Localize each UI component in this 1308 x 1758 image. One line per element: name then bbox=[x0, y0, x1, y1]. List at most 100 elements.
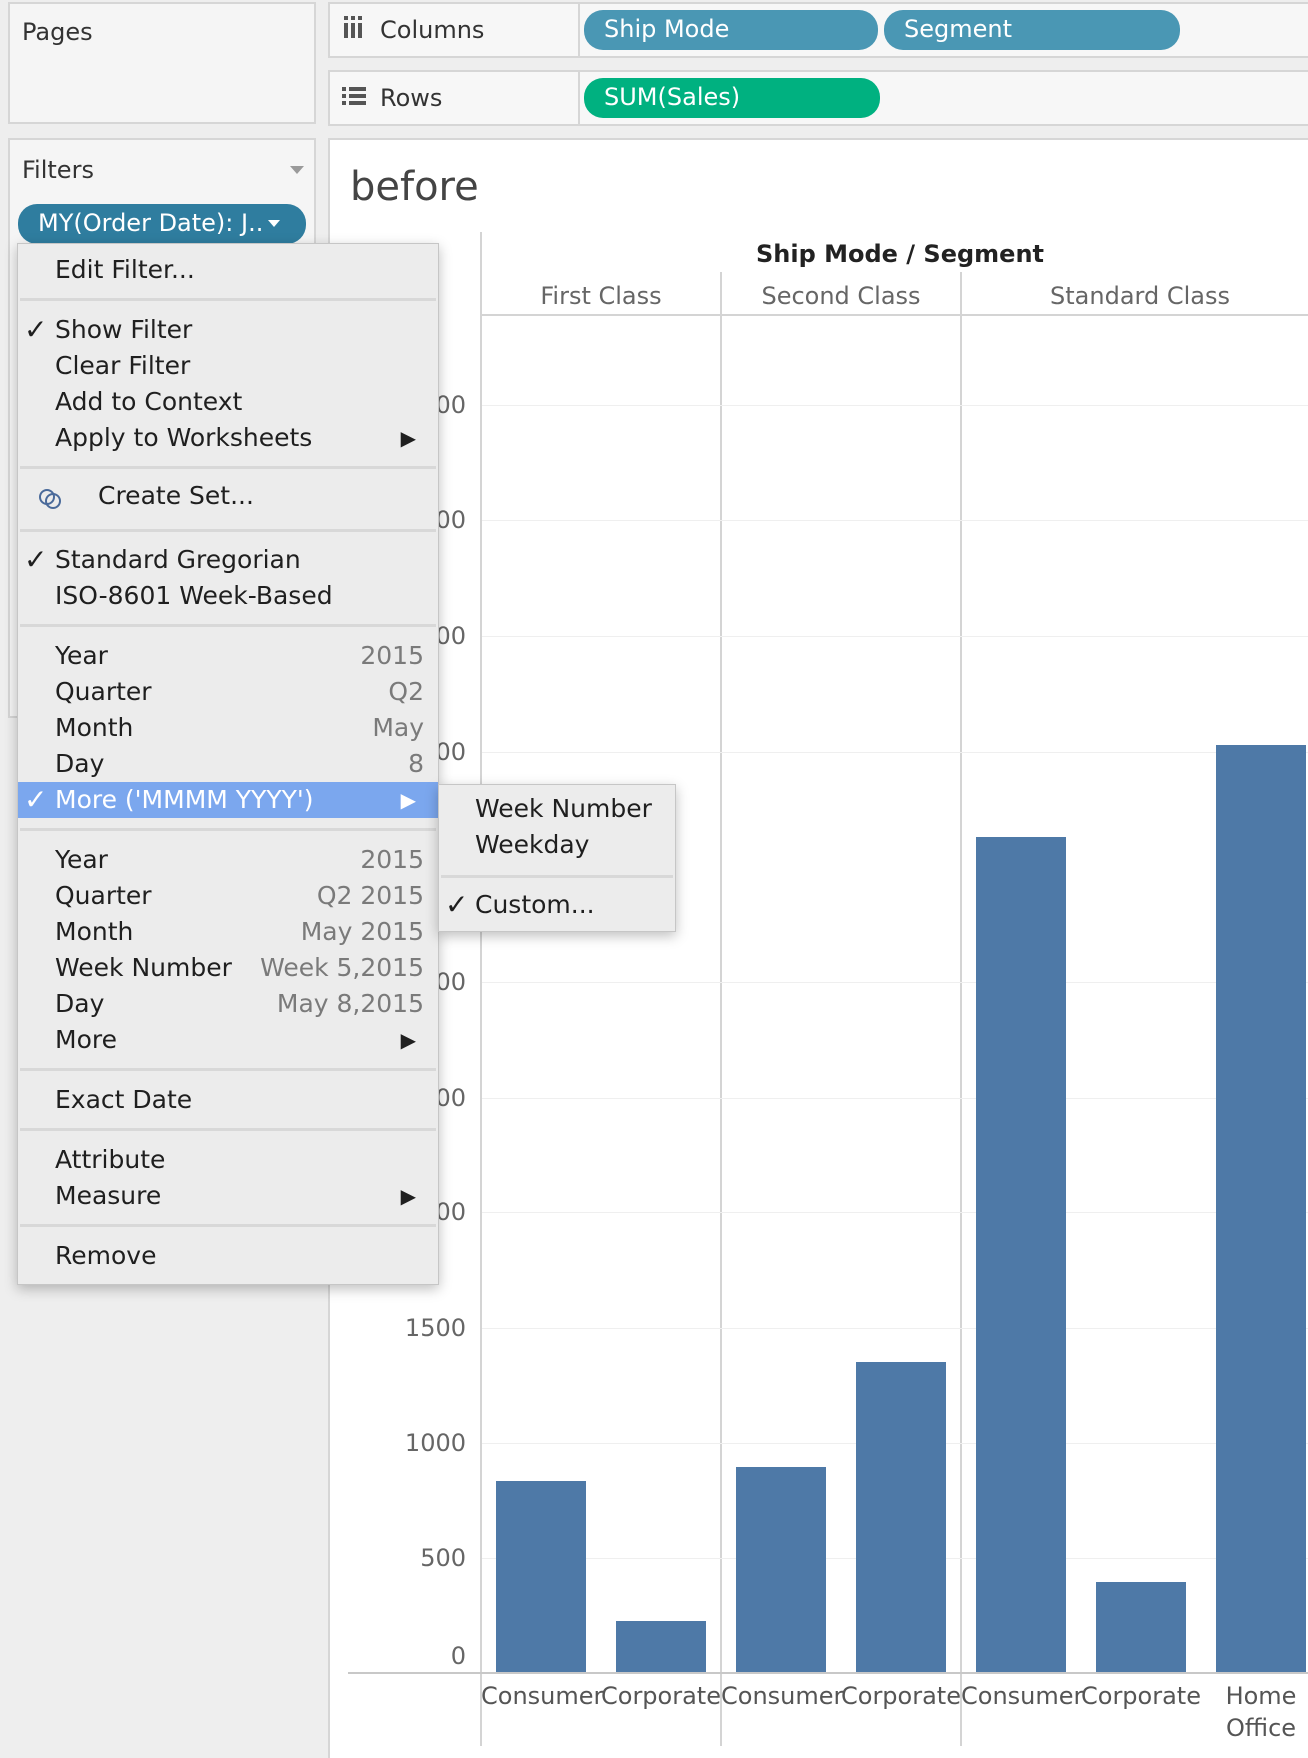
menu-continuous-year[interactable]: Year 2015 bbox=[18, 842, 438, 878]
more-submenu: Week Number Weekday ✓ Custom... bbox=[438, 784, 676, 932]
gridline bbox=[482, 752, 1308, 753]
submenu-week-number-label: Week Number bbox=[475, 794, 652, 823]
menu-discrete-year[interactable]: Year 2015 bbox=[18, 638, 438, 674]
x-tick-label: Consumer bbox=[961, 1682, 1084, 1710]
rows-pill-sum-sales[interactable]: SUM(Sales) bbox=[584, 78, 880, 118]
bar-consumer[interactable] bbox=[496, 1481, 586, 1672]
gridline bbox=[482, 1098, 1308, 1099]
menu-add-to-context[interactable]: Add to Context bbox=[18, 384, 438, 420]
menu-edit-filter[interactable]: Edit Filter... bbox=[18, 252, 438, 288]
rows-label-area bbox=[330, 72, 580, 124]
menu-item-value: May 2015 bbox=[300, 917, 424, 946]
group-divider-2 bbox=[960, 272, 962, 1746]
sheet-title: before bbox=[350, 164, 479, 210]
x-axis-baseline bbox=[348, 1672, 1308, 1674]
menu-item-value: May bbox=[372, 713, 424, 742]
menu-iso-week-label: ISO-8601 Week-Based bbox=[55, 581, 333, 610]
menu-separator bbox=[20, 828, 436, 831]
menu-standard-gregorian-label: Standard Gregorian bbox=[55, 545, 301, 574]
bar-consumer[interactable] bbox=[976, 837, 1066, 1672]
bar-corporate[interactable] bbox=[856, 1361, 946, 1672]
gridline bbox=[482, 520, 1308, 521]
x-tick-label: Home Office bbox=[1225, 1682, 1297, 1742]
menu-item-label: Month bbox=[55, 713, 134, 742]
menu-item-value: 8 bbox=[408, 749, 424, 778]
y-tick-label: 1500 bbox=[404, 1314, 466, 1342]
bar-consumer[interactable] bbox=[736, 1467, 826, 1672]
menu-separator bbox=[20, 1224, 436, 1227]
menu-iso-week[interactable]: ISO-8601 Week-Based bbox=[18, 578, 438, 614]
group-header-first-class: First Class bbox=[540, 282, 662, 310]
menu-apply-to-worksheets[interactable]: Apply to Worksheets ▶ bbox=[18, 420, 438, 456]
gridline bbox=[482, 405, 1308, 406]
bar-home-office[interactable] bbox=[1216, 745, 1306, 1672]
menu-discrete-day[interactable]: Day 8 bbox=[18, 746, 438, 782]
chart-header-title: Ship Mode / Segment bbox=[755, 240, 1045, 268]
menu-more-label: More bbox=[55, 1025, 117, 1054]
menu-item-value: Week 5,2015 bbox=[260, 953, 424, 982]
menu-attribute[interactable]: Attribute bbox=[18, 1142, 438, 1178]
menu-show-filter-label: Show Filter bbox=[55, 315, 193, 344]
y-tick-label: 500 bbox=[420, 1544, 466, 1572]
menu-item-value: Q2 2015 bbox=[316, 881, 424, 910]
chevron-down-icon[interactable] bbox=[268, 220, 280, 227]
menu-standard-gregorian[interactable]: ✓ Standard Gregorian bbox=[18, 542, 438, 578]
columns-pill-segment[interactable]: Segment bbox=[884, 10, 1180, 50]
menu-discrete-quarter[interactable]: Quarter Q2 bbox=[18, 674, 438, 710]
menu-more[interactable]: More ▶ bbox=[18, 1022, 438, 1058]
menu-show-filter[interactable]: ✓ Show Filter bbox=[18, 312, 438, 348]
menu-measure[interactable]: Measure ▶ bbox=[18, 1178, 438, 1214]
checkmark-icon: ✓ bbox=[445, 888, 469, 921]
menu-add-to-context-label: Add to Context bbox=[55, 387, 243, 416]
menu-attribute-label: Attribute bbox=[55, 1145, 166, 1174]
header-bottom-line bbox=[480, 314, 1308, 316]
rows-icon bbox=[342, 86, 366, 106]
create-set-icon bbox=[38, 485, 64, 521]
menu-item-label: Month bbox=[55, 917, 134, 946]
menu-item-value: May 8,2015 bbox=[276, 989, 424, 1018]
menu-more-selected-label: More ('MMMM YYYY') bbox=[55, 785, 314, 814]
bar-corporate[interactable] bbox=[616, 1621, 706, 1672]
menu-continuous-month[interactable]: Month May 2015 bbox=[18, 914, 438, 950]
submenu-arrow-icon: ▶ bbox=[400, 426, 416, 450]
checkmark-icon: ✓ bbox=[24, 543, 48, 576]
menu-remove[interactable]: Remove bbox=[18, 1238, 438, 1274]
menu-continuous-quarter[interactable]: Quarter Q2 2015 bbox=[18, 878, 438, 914]
pages-title: Pages bbox=[22, 18, 93, 46]
submenu-arrow-icon: ▶ bbox=[400, 1184, 416, 1208]
menu-separator bbox=[20, 529, 436, 532]
menu-continuous-day[interactable]: Day May 8,2015 bbox=[18, 986, 438, 1022]
menu-clear-filter[interactable]: Clear Filter bbox=[18, 348, 438, 384]
filter-pill-label: MY(Order Date): J.. bbox=[38, 209, 264, 237]
menu-item-label: Year bbox=[55, 641, 108, 670]
y-tick-label: 0 bbox=[450, 1642, 466, 1670]
bar-corporate[interactable] bbox=[1096, 1582, 1186, 1672]
submenu-custom-label: Custom... bbox=[475, 890, 595, 919]
group-header-second-class: Second Class bbox=[761, 282, 921, 310]
menu-item-label: Day bbox=[55, 989, 105, 1018]
menu-continuous-week-number[interactable]: Week Number Week 5,2015 bbox=[18, 950, 438, 986]
header-divider bbox=[480, 232, 482, 1746]
filters-title: Filters bbox=[22, 156, 94, 184]
menu-item-label: Quarter bbox=[55, 677, 152, 706]
menu-clear-filter-label: Clear Filter bbox=[55, 351, 191, 380]
columns-pill-ship-mode[interactable]: Ship Mode bbox=[584, 10, 878, 50]
submenu-arrow-icon: ▶ bbox=[400, 788, 416, 812]
rows-label: Rows bbox=[380, 84, 443, 112]
menu-separator bbox=[20, 298, 436, 301]
submenu-weekday[interactable]: Weekday bbox=[439, 827, 675, 863]
menu-create-set[interactable]: Create Set... bbox=[18, 478, 438, 514]
y-tick-label: 1000 bbox=[404, 1429, 466, 1457]
gridline bbox=[482, 982, 1308, 983]
submenu-custom[interactable]: ✓ Custom... bbox=[439, 887, 675, 923]
menu-more-selected[interactable]: ✓ More ('MMMM YYYY') ▶ bbox=[18, 782, 438, 818]
menu-separator bbox=[441, 875, 673, 878]
menu-exact-date[interactable]: Exact Date bbox=[18, 1082, 438, 1118]
filter-pill-order-date[interactable]: MY(Order Date): J.. bbox=[18, 204, 306, 244]
x-tick-label: Corporate bbox=[841, 1682, 961, 1710]
menu-item-value: 2015 bbox=[360, 845, 424, 874]
menu-remove-label: Remove bbox=[55, 1241, 157, 1270]
filters-dropdown-icon[interactable] bbox=[290, 166, 304, 174]
submenu-week-number[interactable]: Week Number bbox=[439, 791, 675, 827]
menu-discrete-month[interactable]: Month May bbox=[18, 710, 438, 746]
